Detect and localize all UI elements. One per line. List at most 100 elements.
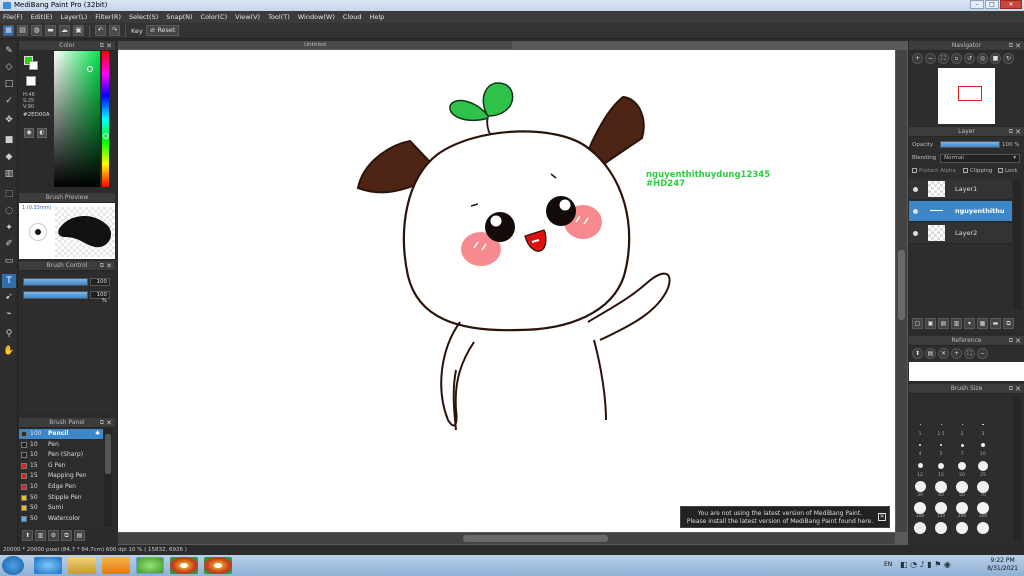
layer-opacity-slider[interactable] <box>940 141 1000 148</box>
brush-size-value[interactable]: 100 <box>90 278 110 286</box>
dock-icon[interactable]: ⧉ <box>1009 41 1013 51</box>
brush-size-cell[interactable]: 50 <box>952 480 972 499</box>
brush-size-cell[interactable]: . <box>952 398 972 417</box>
brush-size-cell[interactable]: 30 <box>910 480 930 499</box>
brush-folder-icon[interactable]: ▥ <box>35 530 46 541</box>
menu-filter[interactable]: Filter(R) <box>95 13 121 21</box>
operation-tool-icon[interactable]: ➹ <box>2 290 16 304</box>
fit-icon[interactable]: ⛶ <box>938 53 949 64</box>
magic-wand-tool-icon[interactable]: ✦ <box>2 221 16 235</box>
grid-icon[interactable]: ▣ <box>73 25 84 36</box>
fill-rect-tool-icon[interactable]: ■ <box>2 133 16 147</box>
reset-button[interactable]: ⊘ Reset <box>145 25 180 36</box>
brush-size-slider[interactable]: 100 <box>23 278 111 287</box>
brush-size-cell[interactable]: 3 <box>973 419 993 438</box>
layer-row[interactable]: nguyenthithu <box>909 201 1012 222</box>
move-tool-icon[interactable]: ✥ <box>2 113 16 127</box>
dock-icon[interactable]: ⧉ <box>100 261 104 271</box>
menu-select[interactable]: Select(S) <box>129 13 158 21</box>
tray-icons[interactable]: ◧ ◔ ♪ ▮ ⚑ ◉ <box>900 560 951 569</box>
dock-icon[interactable]: ⧉ <box>100 41 104 51</box>
add-halftone-layer-icon[interactable]: ▣ <box>925 318 936 329</box>
color-cursor[interactable] <box>87 66 93 72</box>
scroll-thumb[interactable] <box>463 535 608 542</box>
brush-opacity-value[interactable]: 100 % <box>90 291 110 304</box>
canvas-vertical-scrollbar[interactable] <box>896 50 907 532</box>
menu-cloud[interactable]: Cloud <box>343 13 362 21</box>
brush-size-cell[interactable]: 10 <box>973 439 993 458</box>
palette-icon[interactable]: ◉ <box>24 128 34 138</box>
hue-cursor[interactable] <box>103 133 109 139</box>
close-reference-icon[interactable]: ✕ <box>938 348 949 359</box>
menu-file[interactable]: File(F) <box>3 13 23 21</box>
text-tool-icon[interactable]: T <box>2 274 16 288</box>
lock-checkbox[interactable]: Lock <box>998 168 1018 174</box>
select-pen-tool-icon[interactable]: ✐ <box>2 237 16 251</box>
brush-size-cell[interactable] <box>931 521 951 540</box>
navigator-view-frame[interactable] <box>958 86 982 101</box>
brush-size-cell[interactable]: 4 <box>910 439 930 458</box>
update-notification[interactable]: You are not using the latest version of … <box>680 506 890 528</box>
background-color-swatch[interactable] <box>29 61 38 70</box>
eyedropper-tool-icon[interactable]: ⚲ <box>2 327 16 341</box>
new-canvas-icon[interactable]: ▦ <box>3 25 14 36</box>
menu-view[interactable]: View(V) <box>235 13 260 21</box>
file-explorer-icon[interactable] <box>68 557 96 574</box>
divide-tool-icon[interactable]: ⌁ <box>2 307 16 321</box>
drawing-canvas[interactable] <box>118 50 895 532</box>
menu-snap[interactable]: Snap(N) <box>166 13 192 21</box>
brush-size-cell[interactable]: 40 <box>931 480 951 499</box>
close-panel-icon[interactable]: ✕ <box>1015 127 1021 137</box>
brush-size-cell[interactable]: 20 <box>952 460 972 479</box>
select-eraser-tool-icon[interactable]: ▭ <box>2 254 16 268</box>
brush-item[interactable]: 10 Edge Pen <box>19 482 103 493</box>
brush-size-cell[interactable]: 2 <box>952 419 972 438</box>
visibility-icon[interactable] <box>913 209 918 214</box>
actual-size-icon[interactable]: ▫ <box>951 53 962 64</box>
rotate-reset-icon[interactable]: ◎ <box>977 53 988 64</box>
upload-icon[interactable]: ⬆ <box>912 348 923 359</box>
menu-tool[interactable]: Tool(T) <box>268 13 290 21</box>
close-icon[interactable]: ✕ <box>878 513 886 521</box>
hand-tool-icon[interactable]: ✋ <box>2 344 16 358</box>
add-layer-icon[interactable]: ▢ <box>912 318 923 329</box>
layer-row[interactable]: Layer1 <box>909 179 1012 200</box>
brush-size-cell[interactable]: 200 <box>952 501 972 520</box>
folder-icon[interactable]: ▦ <box>977 318 988 329</box>
ie-icon[interactable] <box>34 557 62 574</box>
dock-icon[interactable]: ⧉ <box>1009 127 1013 137</box>
maximize-button[interactable]: □ <box>985 0 999 9</box>
redo-icon[interactable]: ↷ <box>109 25 120 36</box>
scroll-thumb[interactable] <box>898 250 905 320</box>
slider-track[interactable] <box>23 291 88 299</box>
scroll-thumb[interactable] <box>105 434 111 474</box>
start-button[interactable] <box>2 556 24 575</box>
brush-item[interactable]: 50 Sumi <box>19 503 103 514</box>
transparent-color-swatch[interactable] <box>26 76 36 86</box>
close-panel-icon[interactable]: ✕ <box>106 418 112 428</box>
rotate-left-icon[interactable]: ↺ <box>964 53 975 64</box>
brush-size-cell[interactable] <box>952 521 972 540</box>
add-brush-icon[interactable]: ⬆ <box>22 530 33 541</box>
brush-size-cell[interactable]: 12 <box>910 460 930 479</box>
open-reference-icon[interactable]: ▤ <box>925 348 936 359</box>
lasso-tool-icon[interactable]: ◌ <box>2 204 16 218</box>
zoom-in-icon[interactable]: + <box>912 53 923 64</box>
dock-icon[interactable]: ⧉ <box>1009 336 1013 346</box>
bucket-tool-icon[interactable]: ◆ <box>2 150 16 164</box>
menu-window[interactable]: Window(W) <box>298 13 335 21</box>
brush-size-cell[interactable]: 1.5 <box>931 419 951 438</box>
brush-item[interactable]: 10 Pen <box>19 440 103 451</box>
rotate-right-icon[interactable]: ↻ <box>1003 53 1014 64</box>
add-folder-icon[interactable]: ▥ <box>951 318 962 329</box>
dot-tool-icon[interactable]: ✓ <box>2 94 16 108</box>
close-panel-icon[interactable]: ✕ <box>106 261 112 271</box>
select-tool-icon[interactable]: ⬚ <box>2 187 16 201</box>
brush-size-cell[interactable]: 7 <box>952 439 972 458</box>
close-panel-icon[interactable]: ✕ <box>1015 336 1021 346</box>
color-mix-icon[interactable]: ◐ <box>37 128 47 138</box>
brush-settings-icon[interactable]: ⚙ <box>48 530 59 541</box>
zoom-out-icon[interactable]: − <box>925 53 936 64</box>
menu-help[interactable]: Help <box>369 13 384 21</box>
protect-alpha-checkbox[interactable]: Protect Alpha <box>912 168 956 174</box>
